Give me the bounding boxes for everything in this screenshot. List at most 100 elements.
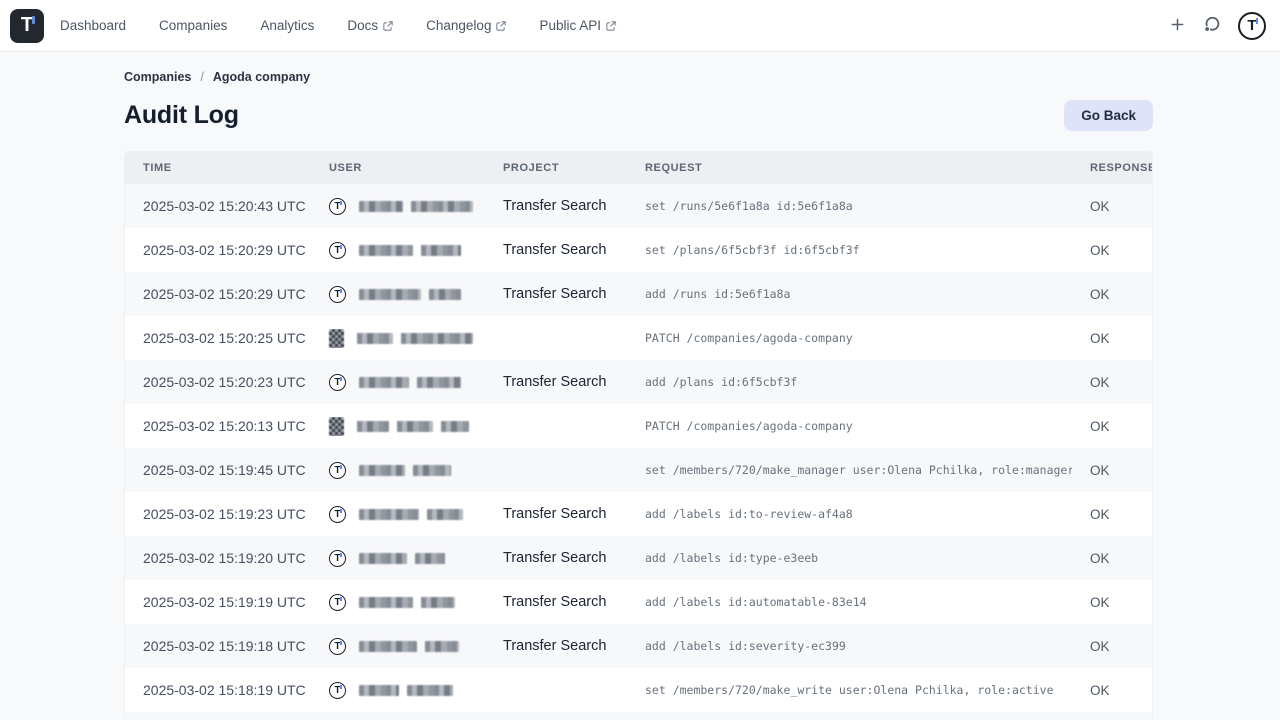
table-row: 2025-03-02 15:20:43 UTCTTransfer Searchs… <box>125 184 1152 228</box>
cell-user: T <box>311 198 485 215</box>
cell-request: set /members/720/make_write user:Olena P… <box>627 683 1072 697</box>
redacted-name-block <box>417 377 461 388</box>
cell-request: add /labels id:automatable-83e14 <box>627 595 1072 609</box>
blurred-photo-avatar-icon <box>329 417 344 436</box>
cell-request: set /runs/5e6f1a8a id:5e6f1a8a <box>627 199 1072 213</box>
cell-user: T <box>311 242 485 259</box>
cell-response: OK <box>1072 507 1152 522</box>
page-title: Audit Log <box>124 101 239 130</box>
cell-response: OK <box>1072 243 1152 258</box>
cell-time: 2025-03-02 15:19:45 UTC <box>125 462 311 478</box>
table-row: 2025-03-02 15:18:19 UTCTset /members/720… <box>125 668 1152 712</box>
support-icon <box>1202 15 1221 37</box>
brand-logo-accent <box>32 16 35 24</box>
table-row: 2025-03-02 15:19:23 UTCTTransfer Searcha… <box>125 492 1152 536</box>
redacted-name-block <box>421 245 461 256</box>
cell-time: 2025-03-02 15:19:23 UTC <box>125 506 311 522</box>
redacted-user-name <box>359 641 459 652</box>
redacted-name-block <box>357 421 389 432</box>
cell-time: 2025-03-02 15:20:13 UTC <box>125 418 311 434</box>
cell-user: T <box>311 638 485 655</box>
redacted-user-name <box>359 685 453 696</box>
redacted-name-block <box>421 597 455 608</box>
cell-time: 2025-03-02 15:19:19 UTC <box>125 594 311 610</box>
brand-logo-avatar-icon: T <box>329 462 346 479</box>
brand-logo-avatar-icon: T <box>329 374 346 391</box>
cell-time: 2025-03-02 15:20:29 UTC <box>125 286 311 302</box>
redacted-name-block <box>415 553 445 564</box>
nav-item-label: Analytics <box>260 18 314 33</box>
redacted-name-block <box>411 201 473 212</box>
redacted-name-block <box>359 553 407 564</box>
nav-actions: T <box>1170 12 1266 40</box>
cell-request: PATCH /companies/agoda-company <box>627 331 1072 345</box>
nav-item-analytics[interactable]: Analytics <box>260 18 314 33</box>
cell-user <box>311 329 485 348</box>
cell-time: 2025-03-02 15:20:23 UTC <box>125 374 311 390</box>
blurred-photo-avatar-icon <box>329 329 344 348</box>
redacted-name-block <box>359 201 403 212</box>
redacted-name-block <box>359 289 421 300</box>
column-header-time: TIME <box>125 162 311 174</box>
cell-response: OK <box>1072 463 1152 478</box>
avatar-accent <box>1256 18 1259 24</box>
audit-log-table: TIME USER PROJECT REQUEST RESPONSE 2025-… <box>124 151 1153 719</box>
cell-response: OK <box>1072 375 1152 390</box>
table-header-row: TIME USER PROJECT REQUEST RESPONSE <box>125 152 1152 184</box>
cell-project: Transfer Search <box>485 550 627 566</box>
column-header-request: REQUEST <box>627 162 1072 174</box>
table-row: 2025-03-02 15:19:45 UTC Tset /members/720… <box>125 448 1152 492</box>
nav-item-changelog[interactable]: Changelog <box>426 18 506 33</box>
top-navigation: T Dashboard Companies Analytics Docs Changel… <box>0 0 1280 52</box>
go-back-button[interactable]: Go Back <box>1064 100 1153 131</box>
cell-request: add /runs id:5e6f1a8a <box>627 287 1072 301</box>
brand-logo-avatar-icon: T <box>329 550 346 567</box>
redacted-name-block <box>359 641 417 652</box>
redacted-name-block <box>359 685 399 696</box>
cell-time: 2025-03-02 15:19:20 UTC <box>125 550 311 566</box>
add-button[interactable] <box>1170 17 1185 35</box>
brand-logo-avatar-icon: T <box>329 506 346 523</box>
cell-user: T <box>311 374 485 391</box>
cell-request: set /members/720/make_manager user:Olena… <box>627 463 1072 477</box>
cell-user: T <box>311 506 485 523</box>
nav-item-companies[interactable]: Companies <box>159 18 227 33</box>
nav-item-docs[interactable]: Docs <box>347 18 393 33</box>
support-button[interactable] <box>1202 15 1221 37</box>
cell-project: Transfer Search <box>485 506 627 522</box>
user-avatar[interactable]: T <box>1238 12 1266 40</box>
table-body: 2025-03-02 15:20:43 UTCTTransfer Searchs… <box>125 184 1152 712</box>
table-row: 2025-03-02 15:20:23 UTCTTransfer Searcha… <box>125 360 1152 404</box>
column-header-response: RESPONSE <box>1072 162 1153 174</box>
cell-user: T <box>311 550 485 567</box>
table-row: 2025-03-02 15:20:25 UTC PATCH /companies/… <box>125 316 1152 360</box>
redacted-user-name <box>359 377 461 388</box>
redacted-name-block <box>401 333 473 344</box>
breadcrumb-companies[interactable]: Companies <box>124 70 191 84</box>
cell-response: OK <box>1072 683 1152 698</box>
cell-request: PATCH /companies/agoda-company <box>627 419 1072 433</box>
nav-item-dashboard[interactable]: Dashboard <box>60 18 126 33</box>
table-row: 2025-03-02 15:19:18 UTCTTransfer Searcha… <box>125 624 1152 668</box>
cell-request: add /labels id:severity-ec399 <box>627 639 1072 653</box>
cell-time: 2025-03-02 15:20:25 UTC <box>125 330 311 346</box>
redacted-user-name <box>357 421 469 432</box>
cell-time: 2025-03-02 15:19:18 UTC <box>125 638 311 654</box>
nav-item-public-api[interactable]: Public API <box>539 18 616 33</box>
redacted-user-name <box>359 597 455 608</box>
brand-logo[interactable]: T <box>10 9 44 43</box>
external-link-icon <box>383 21 393 31</box>
breadcrumb-agoda-company: Agoda company <box>213 70 310 84</box>
breadcrumb-separator: / <box>200 70 203 84</box>
redacted-name-block <box>413 465 451 476</box>
redacted-name-block <box>429 289 461 300</box>
cell-response: OK <box>1072 551 1152 566</box>
redacted-name-block <box>359 377 409 388</box>
redacted-name-block <box>427 509 463 520</box>
cell-request: add /labels id:type-e3eeb <box>627 551 1072 565</box>
external-link-icon <box>606 21 616 31</box>
cell-response: OK <box>1072 287 1152 302</box>
redacted-name-block <box>359 245 413 256</box>
cell-response: OK <box>1072 639 1152 654</box>
brand-logo-avatar-icon: T <box>329 682 346 699</box>
